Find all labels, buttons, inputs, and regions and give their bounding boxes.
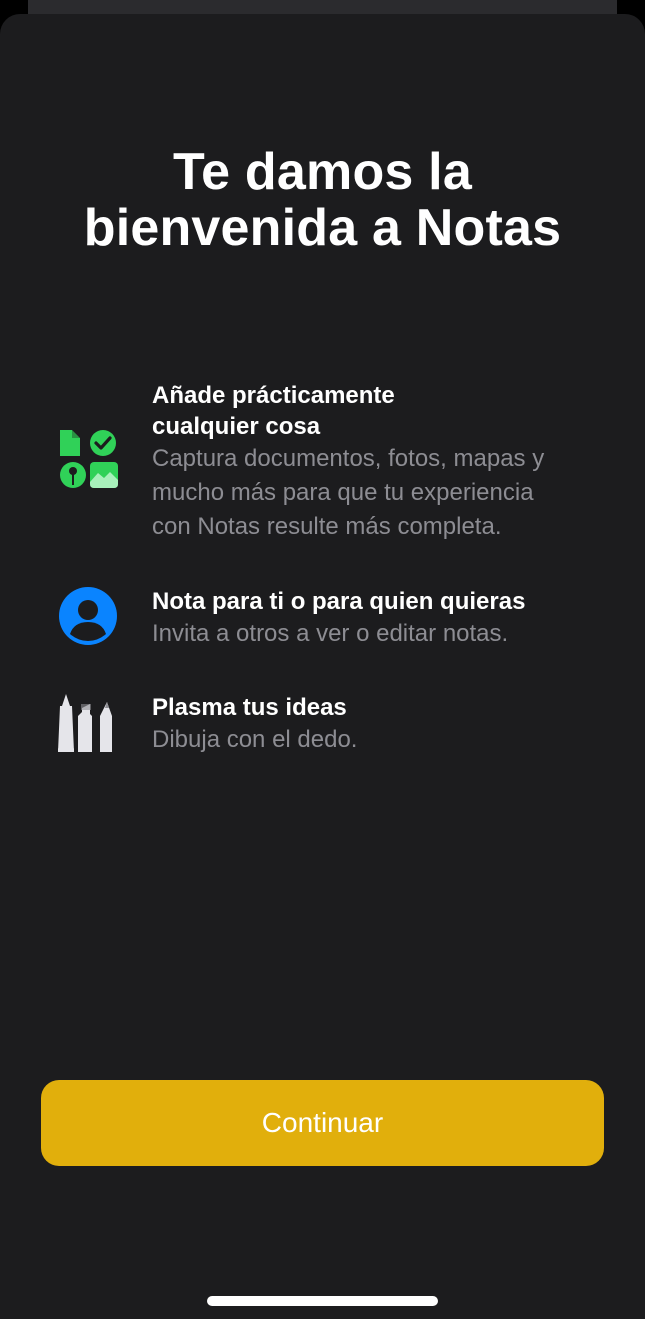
- feature-markup-title: Plasma tus ideas: [152, 694, 347, 721]
- attachments-grid-icon: [60, 430, 118, 488]
- markup-pens-icon: [58, 694, 112, 752]
- feature-attachments-title-line2: cualquier cosa: [152, 413, 321, 440]
- welcome-title: Te damos la bienvenida a Notas: [0, 144, 645, 256]
- feature-markup-text: Plasma tus ideas Dibuja con el dedo.: [152, 692, 612, 757]
- feature-attachments-desc-line2: mucho más para que tu experiencia: [152, 479, 534, 506]
- feature-attachments-text: Añade prácticamente cualquier cosa Captu…: [152, 380, 612, 544]
- feature-attachments-title-line1: Añade prácticamente: [152, 382, 395, 409]
- feature-collaboration-desc: Invita a otros a ver o editar notas.: [152, 620, 509, 647]
- home-indicator[interactable]: [207, 1296, 438, 1306]
- welcome-title-line2: bienvenida a Notas: [83, 199, 562, 257]
- feature-collaboration: Nota para ti o para quien quieras Invita…: [56, 586, 606, 656]
- feature-attachments-desc-line3: con Notas resulte más completa.: [152, 513, 502, 540]
- feature-attachments: Añade prácticamente cualquier cosa Captu…: [56, 380, 606, 540]
- feature-markup: Plasma tus ideas Dibuja con el dedo.: [56, 692, 606, 762]
- feature-attachments-desc: Captura documentos, fotos, mapas y mucho…: [152, 442, 612, 544]
- continue-button[interactable]: Continuar: [41, 1080, 604, 1166]
- person-circle-icon: [59, 587, 117, 645]
- feature-collaboration-text: Nota para ti o para quien quieras Invita…: [152, 586, 612, 651]
- feature-collaboration-title: Nota para ti o para quien quieras: [152, 588, 526, 615]
- feature-markup-desc: Dibuja con el dedo.: [152, 726, 358, 753]
- welcome-title-line1: Te damos la: [173, 143, 472, 201]
- feature-attachments-title: Añade prácticamente cualquier cosa: [152, 380, 612, 442]
- feature-attachments-desc-line1: Captura documentos, fotos, mapas y: [152, 445, 545, 472]
